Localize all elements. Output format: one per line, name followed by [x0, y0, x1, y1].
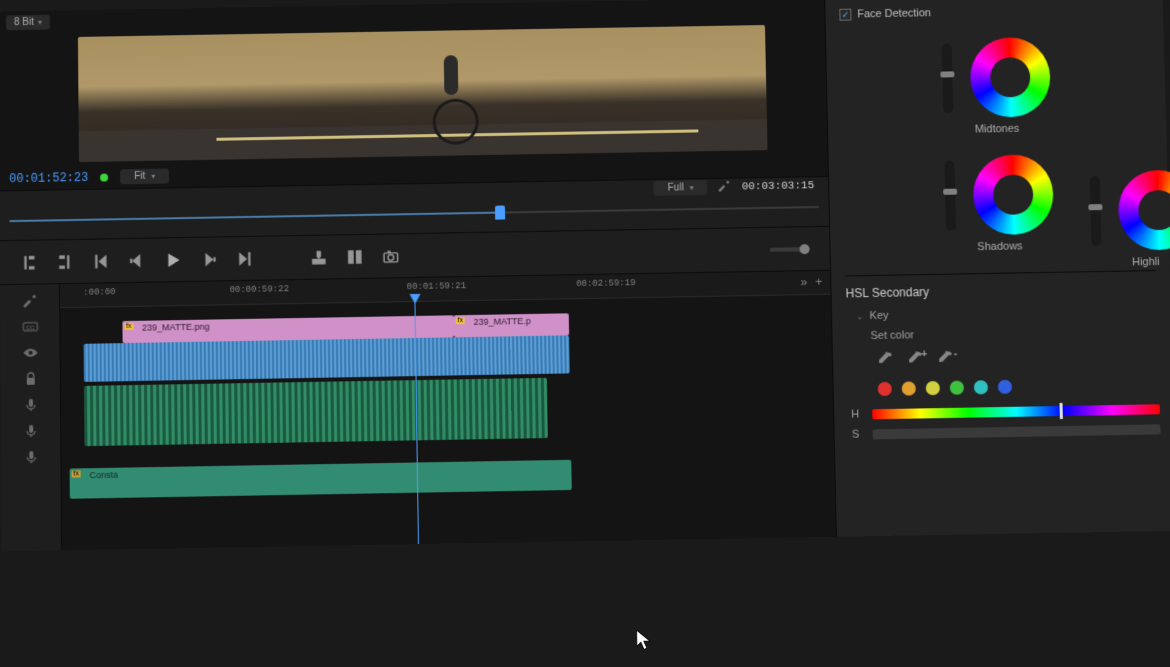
chevron-down-icon: ▾ — [151, 172, 155, 181]
lumetri-color-panel: ✓ Face Detection Midtones Shadows — [824, 0, 1170, 537]
highlights-luma-slider[interactable] — [1090, 176, 1102, 246]
timeline-tracks[interactable]: fx 239_MATTE.png fx 239_MATTE.p fx Const… — [60, 295, 836, 551]
eye-icon[interactable] — [22, 345, 38, 361]
bitdepth-selector[interactable]: 8 Bit ▾ — [6, 15, 50, 31]
add-button-icon[interactable]: + — [815, 275, 822, 289]
in-timecode[interactable]: 00:01:52:23 — [9, 170, 88, 185]
wrench-icon[interactable] — [22, 293, 38, 309]
hue-label: H — [848, 408, 862, 420]
clip-label: 239_MATTE.png — [142, 322, 210, 333]
mic-icon[interactable] — [23, 423, 39, 439]
ruler-tick: 00:02:59:19 — [576, 278, 636, 289]
fx-badge: fx — [455, 317, 465, 324]
expand-icon[interactable]: » — [800, 275, 807, 289]
cc-icon[interactable]: CC — [22, 319, 38, 335]
out-timecode[interactable]: 00:03:03:15 — [742, 180, 815, 193]
play-button[interactable] — [164, 251, 182, 269]
video-clip[interactable]: fx 239_MATTE.p — [453, 313, 569, 337]
zoom-fit-selector[interactable]: Fit ▾ — [120, 168, 169, 184]
set-color-label: Set color — [870, 329, 914, 342]
ruler-tick: 00:01:59:21 — [407, 281, 467, 292]
export-frame-button[interactable] — [382, 247, 400, 265]
go-to-out-button[interactable] — [236, 249, 254, 267]
chevron-down-icon: ▾ — [690, 183, 694, 192]
color-swatch-cyan[interactable] — [974, 380, 988, 394]
timeline-panel: CC » + :00:00 00:00:59:22 00:01:59:21 00… — [0, 270, 836, 552]
zoom-slider[interactable] — [770, 247, 810, 252]
video-clip[interactable] — [84, 335, 570, 382]
highlights-label: Highli — [1132, 256, 1160, 268]
shadows-label: Shadows — [977, 240, 1023, 253]
ruler-tick: 00:00:59:22 — [230, 284, 290, 295]
hue-range-slider[interactable] — [872, 404, 1160, 419]
audio-clip[interactable]: fx Consta — [69, 460, 572, 499]
color-swatch-yellow[interactable] — [926, 381, 940, 395]
fx-badge: fx — [124, 323, 134, 330]
ruler-tick: :00:00 — [83, 287, 116, 298]
color-swatch-red[interactable] — [878, 382, 892, 396]
step-back-button[interactable] — [128, 251, 146, 269]
color-swatch-orange[interactable] — [902, 381, 916, 395]
highlights-color-wheel[interactable] — [1117, 170, 1170, 251]
chevron-down-icon: ▾ — [38, 18, 42, 27]
mic-icon[interactable] — [22, 397, 38, 413]
eyedropper-subtract-icon[interactable] — [937, 351, 953, 367]
face-detection-label: Face Detection — [857, 7, 931, 20]
mark-in-button[interactable] — [20, 253, 38, 271]
lift-button[interactable] — [310, 248, 328, 266]
bitdepth-label: 8 Bit — [14, 17, 34, 28]
video-frame-content — [422, 55, 483, 145]
scrubber-playhead-icon[interactable] — [495, 206, 505, 220]
eyedropper-icon[interactable] — [877, 352, 893, 368]
extract-button[interactable] — [346, 247, 364, 265]
timeline-track-controls: CC — [0, 284, 62, 551]
mic-icon[interactable] — [23, 449, 39, 465]
saturation-label: S — [849, 429, 863, 441]
midtones-color-wheel[interactable] — [969, 37, 1051, 118]
chevron-down-icon: ⌄ — [856, 311, 864, 322]
resolution-selector[interactable]: Full ▾ — [654, 180, 708, 196]
midtones-label: Midtones — [975, 123, 1020, 136]
clip-label: 239_MATTE.p — [473, 316, 531, 327]
checkbox-checked-icon: ✓ — [839, 9, 851, 21]
shadows-color-wheel[interactable] — [972, 154, 1054, 235]
svg-text:CC: CC — [26, 326, 35, 332]
color-swatch-green[interactable] — [950, 381, 964, 395]
video-viewport[interactable] — [78, 25, 768, 162]
resolution-label: Full — [668, 182, 684, 193]
audio-clip[interactable] — [84, 378, 548, 446]
fx-badge: fx — [71, 470, 81, 477]
key-label: Key — [869, 310, 888, 322]
color-swatch-blue[interactable] — [998, 380, 1012, 394]
go-to-in-button[interactable] — [92, 252, 110, 270]
fit-label: Fit — [134, 171, 145, 182]
midtones-luma-slider[interactable] — [941, 44, 953, 114]
cache-indicator-icon — [100, 173, 108, 181]
lock-icon[interactable] — [22, 371, 38, 387]
program-monitor: 8 Bit ▾ 00:01:52:23 Fit ▾ — [0, 0, 828, 190]
step-forward-button[interactable] — [200, 250, 218, 268]
clip-label: Consta — [89, 470, 118, 481]
eyedropper-add-icon[interactable] — [907, 351, 923, 367]
saturation-range-slider[interactable] — [873, 424, 1161, 439]
settings-wrench-icon[interactable] — [718, 179, 732, 196]
scrubber-fill — [10, 212, 496, 222]
mark-out-button[interactable] — [56, 252, 74, 270]
shadows-luma-slider[interactable] — [944, 161, 956, 231]
mouse-cursor-icon — [637, 630, 654, 656]
